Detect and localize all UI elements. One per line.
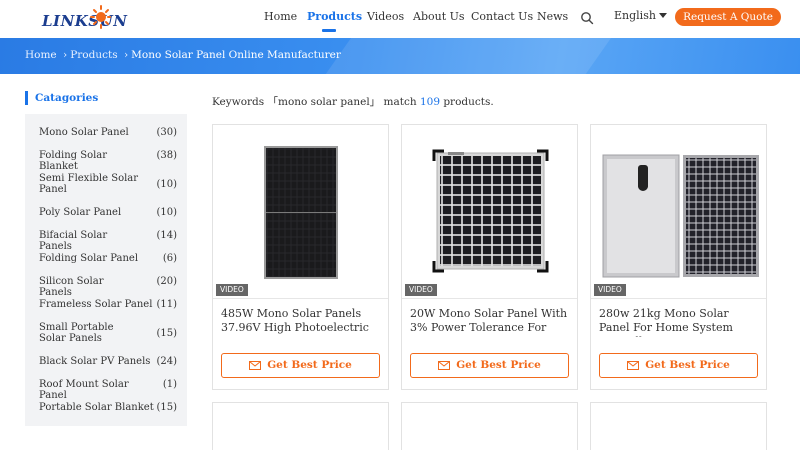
breadcrumb-home[interactable]: Home: [25, 49, 57, 61]
card-divider: [213, 298, 388, 299]
language-selector[interactable]: English: [614, 9, 667, 22]
request-quote-button[interactable]: Request A Quote: [675, 8, 781, 26]
results-suffix: products.: [440, 96, 494, 108]
category-name: Portable Solar Blanket: [39, 402, 154, 413]
nav-videos[interactable]: Videos: [367, 10, 404, 23]
get-best-price-label: Get Best Price: [267, 359, 352, 371]
video-badge[interactable]: VIDEO: [405, 284, 437, 296]
category-count: (20): [156, 276, 177, 287]
product-title[interactable]: 485W Mono Solar Panels 37.96V High Photo…: [221, 307, 381, 337]
category-count: (30): [156, 127, 177, 138]
category-count: (38): [156, 150, 177, 161]
category-name: Small Portable Solar Panels: [39, 322, 114, 344]
category-name: Folding Solar Blanket: [39, 150, 108, 172]
product-card[interactable]: VIDEO 280w 21kg Mono Solar Panel For Hom…: [590, 124, 767, 390]
breadcrumb-current: Mono Solar Panel Online Manufacturer: [131, 49, 341, 61]
category-count: (15): [156, 402, 177, 413]
search-icon[interactable]: [580, 11, 594, 25]
nav-products[interactable]: Products: [307, 10, 362, 23]
category-name: Mono Solar Panel: [39, 127, 129, 138]
mail-icon: [249, 361, 262, 370]
category-count: (11): [156, 299, 177, 310]
product-title[interactable]: 280w 21kg Mono Solar Panel For Home Syst…: [599, 307, 759, 337]
category-name: Silicon Solar Panels: [39, 276, 104, 298]
get-best-price-label: Get Best Price: [645, 359, 730, 371]
sun-logo-icon: [90, 5, 111, 29]
card-divider: [591, 298, 766, 299]
product-image[interactable]: [213, 125, 388, 297]
mail-icon: [438, 361, 451, 370]
category-count: (1): [162, 379, 177, 390]
logo-text: LINKSUN: [42, 12, 128, 30]
breadcrumb-separator: ›: [63, 49, 68, 61]
get-best-price-button[interactable]: Get Best Price: [221, 353, 380, 378]
get-best-price-button[interactable]: Get Best Price: [410, 353, 569, 378]
nav-about-us[interactable]: About Us: [413, 10, 465, 23]
category-count: (10): [156, 179, 177, 190]
product-card[interactable]: [212, 402, 389, 450]
video-badge[interactable]: VIDEO: [216, 284, 248, 296]
breadcrumb-products[interactable]: Products: [70, 49, 117, 61]
search-results-summary: Keywords 「mono solar panel」 match 109 pr…: [212, 94, 494, 109]
product-card[interactable]: [401, 402, 578, 450]
active-nav-indicator: [322, 29, 336, 32]
category-count: (6): [162, 253, 177, 264]
card-divider: [402, 298, 577, 299]
category-name: Bifacial Solar Panels: [39, 230, 108, 252]
categories-list: Mono Solar Panel (30) Folding Solar Blank…: [25, 114, 187, 426]
nav-home[interactable]: Home: [264, 10, 297, 23]
category-count: (24): [156, 356, 177, 367]
nav-contact-us[interactable]: Contact Us: [471, 10, 533, 23]
breadcrumb: Home › Products › Mono Solar Panel Online …: [25, 49, 341, 61]
product-card[interactable]: VIDEO 20W Mono Solar Panel With 3% Power…: [401, 124, 578, 390]
category-name: Frameless Solar Panel: [39, 299, 153, 310]
results-prefix: Keywords 「mono solar panel」 match: [212, 96, 420, 108]
get-best-price-button[interactable]: Get Best Price: [599, 353, 758, 378]
site-header: LINKSUN Home Products Videos About Us Co…: [0, 0, 800, 38]
category-name: Black Solar PV Panels: [39, 356, 151, 367]
category-count: (15): [156, 328, 177, 339]
product-image[interactable]: [591, 125, 766, 297]
category-name: Roof Mount Solar Panel: [39, 379, 129, 401]
chevron-down-icon: [658, 13, 667, 18]
category-count: (14): [156, 230, 177, 241]
video-badge[interactable]: VIDEO: [594, 284, 626, 296]
category-name: Poly Solar Panel: [39, 207, 122, 218]
get-best-price-label: Get Best Price: [456, 359, 541, 371]
results-count: 109: [419, 96, 440, 108]
breadcrumb-separator: ›: [123, 49, 129, 61]
site-logo[interactable]: LINKSUN: [40, 4, 127, 34]
category-name: Semi Flexible Solar Panel: [39, 173, 139, 195]
product-image[interactable]: [402, 125, 577, 297]
page-banner: Home › Products › Mono Solar Panel Online …: [0, 38, 800, 74]
product-card[interactable]: VIDEO 485W Mono Solar Panels 37.96V High…: [212, 124, 389, 390]
language-label: English: [614, 9, 656, 22]
categories-title: Catagories: [25, 91, 98, 105]
category-name: Folding Solar Panel: [39, 253, 139, 264]
mail-icon: [627, 361, 640, 370]
nav-news[interactable]: News: [537, 10, 568, 23]
product-title[interactable]: 20W Mono Solar Panel With 3% Power Toler…: [410, 307, 570, 337]
product-card[interactable]: [590, 402, 767, 450]
category-count: (10): [156, 207, 177, 218]
